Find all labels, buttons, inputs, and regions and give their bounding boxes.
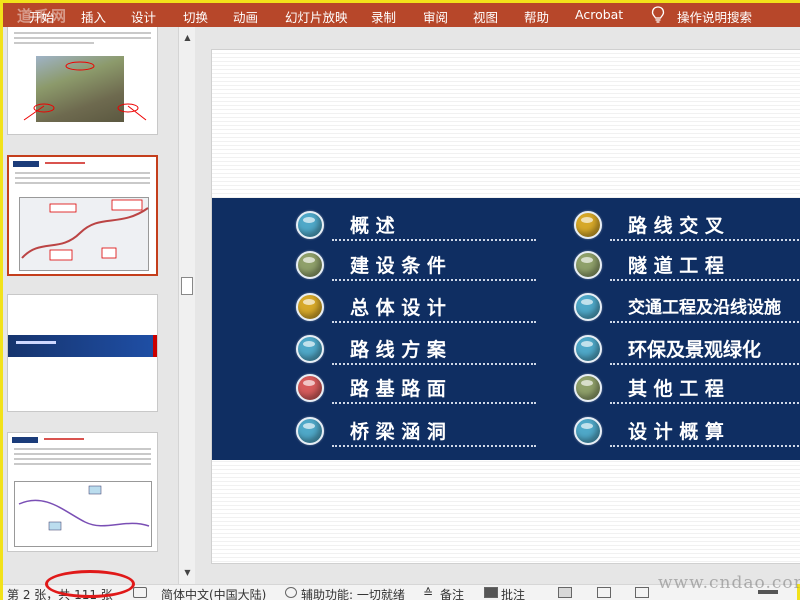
- slide-sorter-icon[interactable]: [597, 587, 611, 598]
- zoom-slider-thumb[interactable]: [758, 590, 778, 594]
- annotation-circle: [45, 570, 135, 598]
- normal-view-icon[interactable]: [558, 587, 572, 598]
- bullet-ball-icon: [296, 417, 324, 445]
- ribbon-tabs: 道禾网 开始 插入 设计 切换 动画 幻灯片放映 录制 审阅 视图 帮助 Acr…: [3, 3, 800, 27]
- toc-item-other[interactable]: 其 他 工 程: [574, 372, 800, 406]
- language-indicator[interactable]: 简体中文(中国大陆): [161, 586, 266, 600]
- scroll-up-icon[interactable]: ▲: [182, 32, 193, 43]
- bullet-ball-icon: [296, 293, 324, 321]
- slide-thumbnail-1[interactable]: [7, 27, 158, 135]
- accessibility-status[interactable]: 辅助功能: 一切就绪: [301, 586, 405, 600]
- tab-design[interactable]: 设计: [131, 7, 156, 26]
- current-slide[interactable]: 概 述 建 设 条 件 总 体 设 计 路 线 方 案 路 基 路 面 桥 梁 …: [211, 49, 800, 564]
- route-map-thumbnail: [14, 481, 152, 547]
- tab-view[interactable]: 视图: [473, 7, 498, 26]
- toc-item-subgrade[interactable]: 路 基 路 面: [296, 372, 536, 406]
- slide-edit-area: 概 述 建 设 条 件 总 体 设 计 路 线 方 案 路 基 路 面 桥 梁 …: [198, 27, 800, 584]
- scroll-thumb[interactable]: [181, 277, 193, 295]
- toc-item-route-plan[interactable]: 路 线 方 案: [296, 333, 536, 367]
- tab-acrobat[interactable]: Acrobat: [575, 7, 623, 22]
- bullet-ball-icon: [574, 335, 602, 363]
- annotation-arrows-icon: [23, 61, 147, 121]
- spelling-check-icon[interactable]: [133, 587, 147, 598]
- tab-slideshow[interactable]: 幻灯片放映: [285, 7, 348, 26]
- slide-thumbnail-2[interactable]: [7, 155, 158, 276]
- bullet-ball-icon: [296, 211, 324, 239]
- lightbulb-icon[interactable]: [651, 6, 665, 23]
- slide-thumbnail-3[interactable]: [7, 294, 158, 412]
- tab-review[interactable]: 审阅: [423, 7, 448, 26]
- notes-icon[interactable]: ≙: [423, 586, 433, 600]
- tab-transitions[interactable]: 切换: [183, 7, 208, 26]
- bullet-ball-icon: [574, 211, 602, 239]
- comments-button[interactable]: 批注: [501, 586, 525, 600]
- bullet-ball-icon: [296, 374, 324, 402]
- toc-item-overview[interactable]: 概 述: [296, 209, 536, 243]
- contents-banner: 概 述 建 设 条 件 总 体 设 计 路 线 方 案 路 基 路 面 桥 梁 …: [212, 198, 800, 460]
- bullet-ball-icon: [574, 293, 602, 321]
- tab-record[interactable]: 录制: [371, 7, 396, 26]
- toc-item-traffic-facilities[interactable]: 交通工程及沿线设施: [574, 291, 800, 325]
- bullet-ball-icon: [574, 251, 602, 279]
- watermark-url: www.cndao.com: [658, 573, 800, 593]
- tell-me-search[interactable]: 操作说明搜索: [677, 7, 752, 26]
- tab-animations[interactable]: 动画: [233, 7, 258, 26]
- bullet-ball-icon: [296, 251, 324, 279]
- toc-item-general-design[interactable]: 总 体 设 计: [296, 291, 536, 325]
- comments-icon[interactable]: [484, 587, 498, 598]
- accessibility-icon[interactable]: [285, 587, 297, 598]
- toc-item-estimate[interactable]: 设 计 概 算: [574, 415, 800, 449]
- route-map-thumbnail: [19, 197, 149, 271]
- toc-item-tunnel[interactable]: 隧 道 工 程: [574, 249, 800, 283]
- tab-help[interactable]: 帮助: [524, 7, 549, 26]
- reading-view-icon[interactable]: [635, 587, 649, 598]
- toc-item-environment[interactable]: 环保及景观绿化: [574, 333, 800, 367]
- toc-item-conditions[interactable]: 建 设 条 件: [296, 249, 536, 283]
- bullet-ball-icon: [574, 417, 602, 445]
- bullet-ball-icon: [574, 374, 602, 402]
- scroll-down-icon[interactable]: ▼: [182, 567, 193, 578]
- thumbnail-scrollbar[interactable]: ▲ ▼: [178, 27, 195, 584]
- toc-item-crossing[interactable]: 路 线 交 叉: [574, 209, 800, 243]
- bullet-ball-icon: [296, 335, 324, 363]
- slide-thumbnail-4[interactable]: [7, 432, 158, 552]
- slide-thumbnail-pane: [3, 27, 178, 584]
- tab-insert[interactable]: 插入: [81, 7, 106, 26]
- notes-button[interactable]: 备注: [440, 586, 464, 600]
- toc-item-bridges[interactable]: 桥 梁 涵 洞: [296, 415, 536, 449]
- tab-home[interactable]: 开始: [29, 7, 54, 26]
